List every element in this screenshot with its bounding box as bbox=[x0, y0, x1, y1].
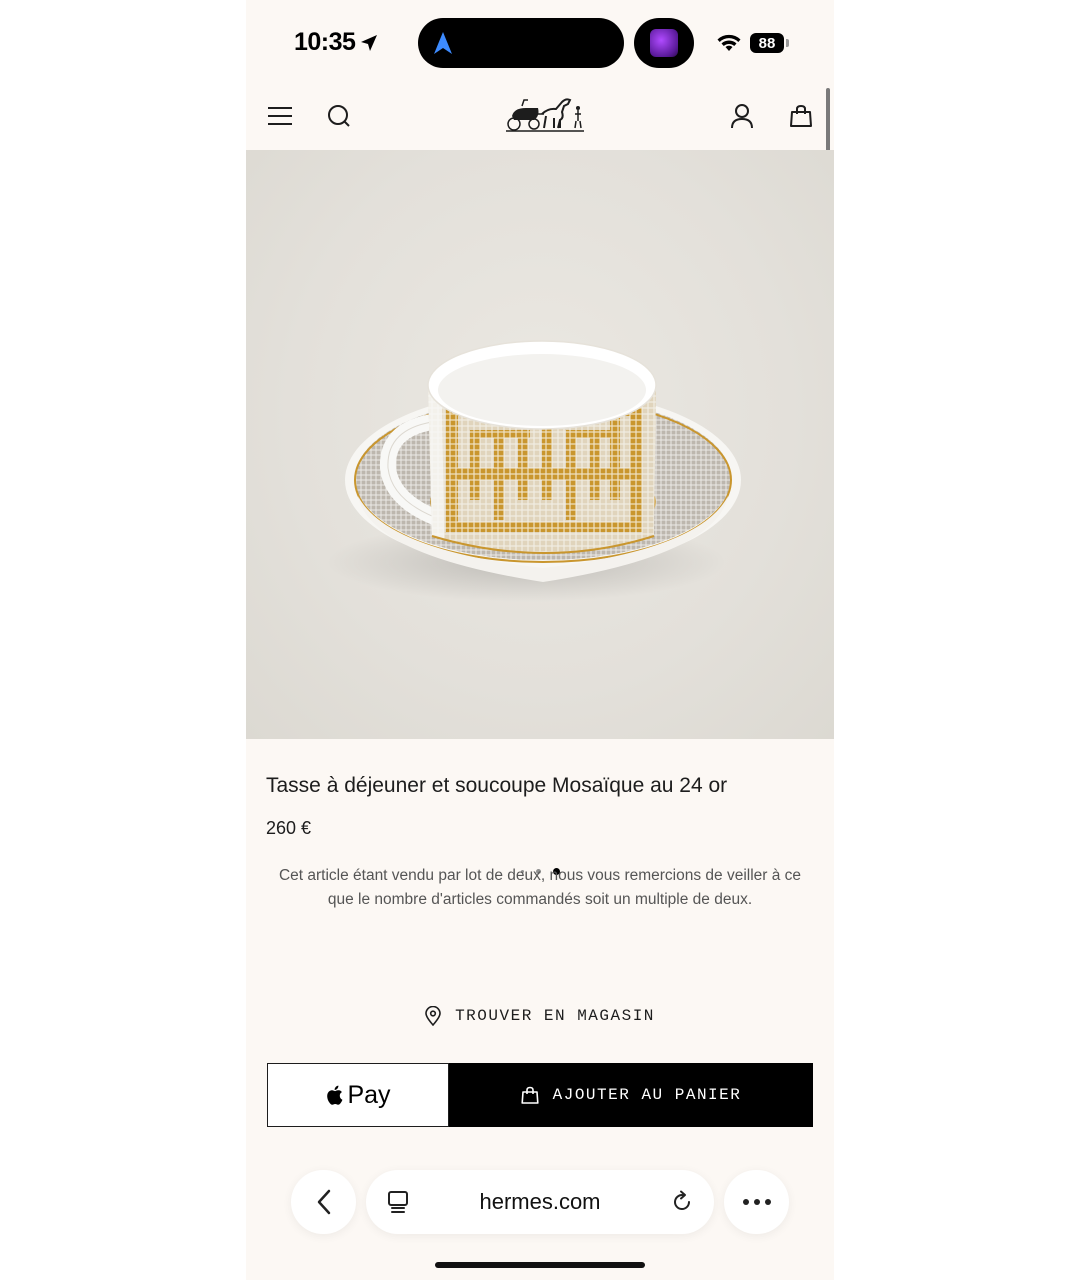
find-in-store-label: TROUVER EN MAGASIN bbox=[455, 1007, 655, 1025]
product-price: 260 € bbox=[266, 818, 312, 838]
account-icon[interactable] bbox=[728, 102, 756, 130]
hermes-logo[interactable] bbox=[504, 94, 586, 134]
back-icon bbox=[317, 1189, 330, 1215]
find-in-store-link[interactable]: TROUVER EN MAGASIN bbox=[246, 1006, 834, 1026]
search-icon[interactable] bbox=[325, 102, 353, 130]
location-pin-icon bbox=[425, 1006, 441, 1026]
bag-icon[interactable] bbox=[787, 102, 815, 130]
phone-screen: 10:35 88 Tasse à déjeuner et soucoupe Mo… bbox=[246, 0, 834, 1280]
add-to-cart-button[interactable]: AJOUTER AU PANIER bbox=[449, 1063, 813, 1127]
home-indicator[interactable] bbox=[435, 1262, 645, 1268]
more-button[interactable] bbox=[724, 1170, 789, 1234]
teacup-illustration bbox=[326, 340, 741, 602]
navigation-icon bbox=[434, 32, 452, 54]
add-to-cart-label: AJOUTER AU PANIER bbox=[552, 1086, 742, 1104]
dynamic-island bbox=[418, 18, 624, 68]
reload-icon[interactable] bbox=[670, 1190, 694, 1214]
bag-icon bbox=[521, 1086, 539, 1104]
apple-pay-button[interactable]: Pay bbox=[267, 1063, 449, 1127]
wifi-icon bbox=[717, 34, 741, 51]
product-title: Tasse à déjeuner et soucoupe Mosaïque au… bbox=[266, 774, 728, 797]
apple-logo-icon bbox=[327, 1085, 343, 1105]
url-text[interactable]: hermes.com bbox=[479, 1189, 600, 1215]
menu-icon[interactable] bbox=[266, 102, 294, 130]
live-activity-icon bbox=[634, 18, 694, 68]
more-icon bbox=[742, 1199, 771, 1205]
apple-pay-label: Pay bbox=[347, 1080, 391, 1109]
back-button[interactable] bbox=[291, 1170, 356, 1234]
tabs-icon[interactable] bbox=[386, 1190, 410, 1214]
location-arrow-icon bbox=[361, 34, 378, 51]
site-header bbox=[246, 82, 834, 150]
status-time: 10:35 bbox=[294, 28, 379, 57]
battery-indicator: 88 bbox=[750, 33, 784, 53]
product-note: Cet article étant vendu par lot de deux,… bbox=[278, 867, 802, 908]
address-bar[interactable]: hermes.com bbox=[366, 1170, 714, 1234]
product-image[interactable] bbox=[246, 150, 834, 875]
battery-tip bbox=[786, 39, 789, 47]
